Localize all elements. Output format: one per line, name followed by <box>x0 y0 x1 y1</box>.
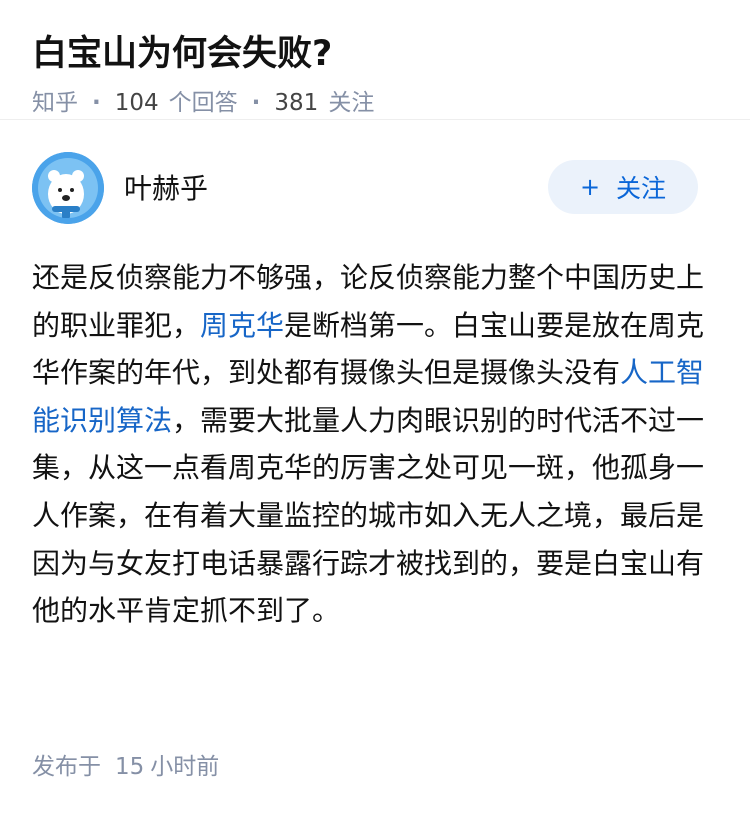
publish-suffix: 小时前 <box>150 754 220 780</box>
answer-text: ，需要大批量人力肉眼识别的时代活不过一集，从这一点看周克华的厉害之处可见一斑，他… <box>32 403 705 628</box>
question-header: 白宝山为何会失败? 知乎 · 104 个回答 · 381 关注 <box>0 0 750 120</box>
publish-number: 15 <box>115 754 145 780</box>
publish-time: 发布于 15 小时前 <box>32 750 219 784</box>
followers-count: 381 <box>274 90 319 116</box>
source-label[interactable]: 知乎 <box>32 86 78 120</box>
plus-icon: + <box>579 173 601 201</box>
polar-bear-avatar-icon <box>32 152 104 224</box>
question-title[interactable]: 白宝山为何会失败? <box>32 30 718 78</box>
follow-button[interactable]: + 关注 <box>548 160 698 214</box>
answers-count: 104 <box>114 90 159 116</box>
followers-label[interactable]: 关注 <box>328 86 374 120</box>
answer-link-zhoukehua[interactable]: 周克华 <box>200 309 284 342</box>
publish-prefix: 发布于 <box>32 754 101 780</box>
author-row: 叶赫乎 + 关注 <box>0 120 750 244</box>
meta-separator: · <box>92 90 101 116</box>
author-name[interactable]: 叶赫乎 <box>124 172 208 206</box>
answer-body: 还是反侦察能力不够强，论反侦察能力整个中国历史上的职业罪犯，周克华是断档第一。白… <box>0 244 750 635</box>
follow-label: 关注 <box>616 174 667 203</box>
meta-separator: · <box>251 90 261 116</box>
avatar[interactable] <box>32 152 104 224</box>
answers-label[interactable]: 个回答 <box>169 86 238 120</box>
question-meta: 知乎 · 104 个回答 · 381 关注 <box>32 86 718 120</box>
